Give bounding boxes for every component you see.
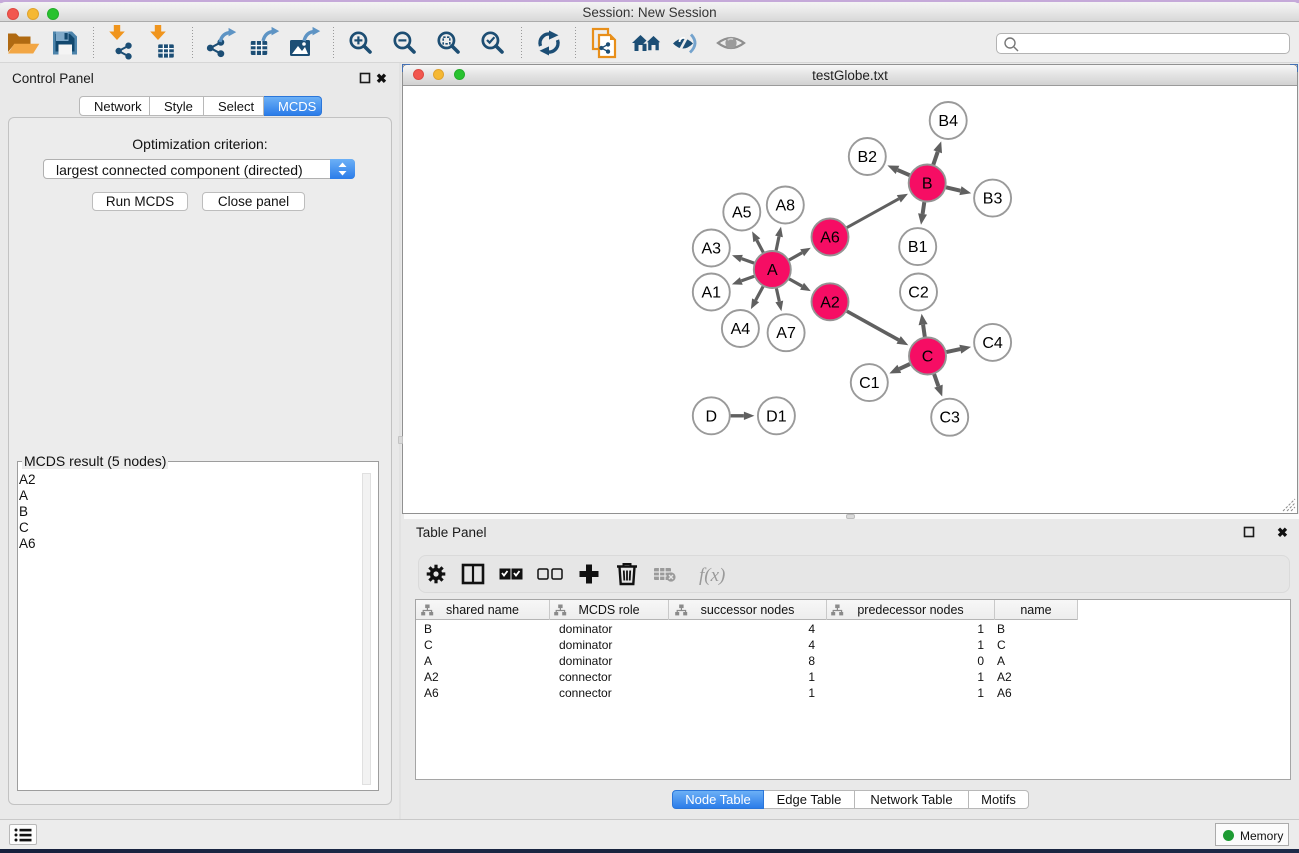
svg-text:A3: A3 <box>702 241 722 258</box>
svg-text:A1: A1 <box>702 285 722 302</box>
svg-text:C3: C3 <box>939 410 960 427</box>
svg-text:A7: A7 <box>776 325 796 342</box>
svg-text:A6: A6 <box>820 230 840 247</box>
svg-text:A4: A4 <box>731 321 751 338</box>
svg-text:C: C <box>922 349 934 366</box>
svg-text:f(x): f(x) <box>699 565 725 586</box>
svg-text:B4: B4 <box>938 113 958 130</box>
svg-text:A: A <box>767 262 778 279</box>
svg-text:C4: C4 <box>982 335 1003 352</box>
svg-text:D: D <box>706 408 718 425</box>
svg-text:A8: A8 <box>776 198 796 215</box>
svg-text:C2: C2 <box>908 285 929 302</box>
svg-text:B3: B3 <box>983 191 1003 208</box>
svg-text:B: B <box>922 176 933 193</box>
svg-text:B1: B1 <box>908 239 928 256</box>
svg-text:A2: A2 <box>820 294 840 311</box>
svg-text:A5: A5 <box>732 205 752 222</box>
svg-text:C1: C1 <box>859 375 880 392</box>
svg-text:D1: D1 <box>766 408 787 425</box>
svg-text:B2: B2 <box>858 149 878 166</box>
